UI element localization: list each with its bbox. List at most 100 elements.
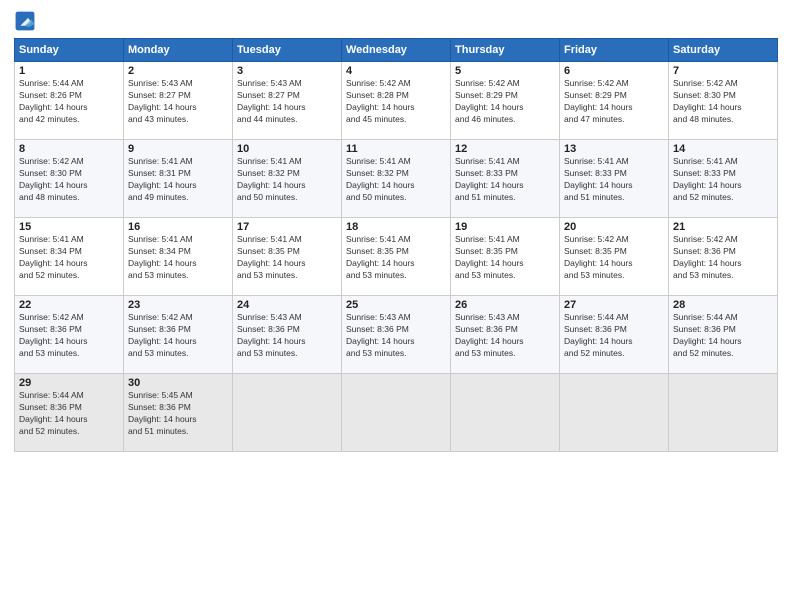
calendar-cell: 27Sunrise: 5:44 AM Sunset: 8:36 PM Dayli… — [560, 296, 669, 374]
day-number: 23 — [128, 299, 228, 311]
logo-icon — [14, 10, 36, 32]
calendar-cell: 23Sunrise: 5:42 AM Sunset: 8:36 PM Dayli… — [124, 296, 233, 374]
calendar-cell — [342, 374, 451, 452]
calendar: SundayMondayTuesdayWednesdayThursdayFrid… — [14, 38, 778, 452]
day-number: 19 — [455, 221, 555, 233]
day-number: 2 — [128, 65, 228, 77]
calendar-cell: 6Sunrise: 5:42 AM Sunset: 8:29 PM Daylig… — [560, 62, 669, 140]
calendar-cell: 9Sunrise: 5:41 AM Sunset: 8:31 PM Daylig… — [124, 140, 233, 218]
calendar-cell — [233, 374, 342, 452]
calendar-cell: 5Sunrise: 5:42 AM Sunset: 8:29 PM Daylig… — [451, 62, 560, 140]
day-info: Sunrise: 5:41 AM Sunset: 8:32 PM Dayligh… — [237, 156, 337, 204]
day-number: 21 — [673, 221, 773, 233]
day-number: 4 — [346, 65, 446, 77]
day-info: Sunrise: 5:42 AM Sunset: 8:30 PM Dayligh… — [673, 78, 773, 126]
logo — [14, 10, 38, 32]
day-info: Sunrise: 5:41 AM Sunset: 8:33 PM Dayligh… — [564, 156, 664, 204]
calendar-cell: 29Sunrise: 5:44 AM Sunset: 8:36 PM Dayli… — [15, 374, 124, 452]
day-number: 7 — [673, 65, 773, 77]
day-info: Sunrise: 5:43 AM Sunset: 8:27 PM Dayligh… — [128, 78, 228, 126]
weekday-header: Saturday — [669, 39, 778, 62]
day-info: Sunrise: 5:41 AM Sunset: 8:32 PM Dayligh… — [346, 156, 446, 204]
calendar-cell: 24Sunrise: 5:43 AM Sunset: 8:36 PM Dayli… — [233, 296, 342, 374]
day-number: 17 — [237, 221, 337, 233]
day-number: 30 — [128, 377, 228, 389]
calendar-cell: 11Sunrise: 5:41 AM Sunset: 8:32 PM Dayli… — [342, 140, 451, 218]
day-number: 5 — [455, 65, 555, 77]
day-info: Sunrise: 5:42 AM Sunset: 8:29 PM Dayligh… — [564, 78, 664, 126]
page: SundayMondayTuesdayWednesdayThursdayFrid… — [0, 0, 792, 612]
calendar-cell: 4Sunrise: 5:42 AM Sunset: 8:28 PM Daylig… — [342, 62, 451, 140]
calendar-cell: 21Sunrise: 5:42 AM Sunset: 8:36 PM Dayli… — [669, 218, 778, 296]
calendar-cell: 28Sunrise: 5:44 AM Sunset: 8:36 PM Dayli… — [669, 296, 778, 374]
day-number: 12 — [455, 143, 555, 155]
day-info: Sunrise: 5:43 AM Sunset: 8:36 PM Dayligh… — [455, 312, 555, 360]
day-number: 15 — [19, 221, 119, 233]
day-number: 28 — [673, 299, 773, 311]
day-info: Sunrise: 5:41 AM Sunset: 8:35 PM Dayligh… — [346, 234, 446, 282]
calendar-cell: 10Sunrise: 5:41 AM Sunset: 8:32 PM Dayli… — [233, 140, 342, 218]
day-info: Sunrise: 5:44 AM Sunset: 8:36 PM Dayligh… — [564, 312, 664, 360]
day-number: 27 — [564, 299, 664, 311]
calendar-cell: 12Sunrise: 5:41 AM Sunset: 8:33 PM Dayli… — [451, 140, 560, 218]
header — [14, 10, 778, 32]
calendar-cell: 17Sunrise: 5:41 AM Sunset: 8:35 PM Dayli… — [233, 218, 342, 296]
calendar-cell: 19Sunrise: 5:41 AM Sunset: 8:35 PM Dayli… — [451, 218, 560, 296]
calendar-cell: 15Sunrise: 5:41 AM Sunset: 8:34 PM Dayli… — [15, 218, 124, 296]
day-info: Sunrise: 5:41 AM Sunset: 8:33 PM Dayligh… — [673, 156, 773, 204]
day-info: Sunrise: 5:43 AM Sunset: 8:27 PM Dayligh… — [237, 78, 337, 126]
calendar-cell: 14Sunrise: 5:41 AM Sunset: 8:33 PM Dayli… — [669, 140, 778, 218]
calendar-cell: 20Sunrise: 5:42 AM Sunset: 8:35 PM Dayli… — [560, 218, 669, 296]
calendar-cell: 25Sunrise: 5:43 AM Sunset: 8:36 PM Dayli… — [342, 296, 451, 374]
day-number: 8 — [19, 143, 119, 155]
calendar-week-row: 1Sunrise: 5:44 AM Sunset: 8:26 PM Daylig… — [15, 62, 778, 140]
day-number: 6 — [564, 65, 664, 77]
day-number: 14 — [673, 143, 773, 155]
weekday-header: Sunday — [15, 39, 124, 62]
calendar-cell: 3Sunrise: 5:43 AM Sunset: 8:27 PM Daylig… — [233, 62, 342, 140]
calendar-cell: 2Sunrise: 5:43 AM Sunset: 8:27 PM Daylig… — [124, 62, 233, 140]
day-number: 10 — [237, 143, 337, 155]
day-info: Sunrise: 5:45 AM Sunset: 8:36 PM Dayligh… — [128, 390, 228, 438]
calendar-cell — [560, 374, 669, 452]
day-info: Sunrise: 5:42 AM Sunset: 8:30 PM Dayligh… — [19, 156, 119, 204]
day-info: Sunrise: 5:41 AM Sunset: 8:35 PM Dayligh… — [237, 234, 337, 282]
day-info: Sunrise: 5:43 AM Sunset: 8:36 PM Dayligh… — [237, 312, 337, 360]
calendar-cell: 18Sunrise: 5:41 AM Sunset: 8:35 PM Dayli… — [342, 218, 451, 296]
calendar-header-row: SundayMondayTuesdayWednesdayThursdayFrid… — [15, 39, 778, 62]
day-info: Sunrise: 5:42 AM Sunset: 8:36 PM Dayligh… — [128, 312, 228, 360]
calendar-week-row: 29Sunrise: 5:44 AM Sunset: 8:36 PM Dayli… — [15, 374, 778, 452]
calendar-cell: 30Sunrise: 5:45 AM Sunset: 8:36 PM Dayli… — [124, 374, 233, 452]
calendar-body: 1Sunrise: 5:44 AM Sunset: 8:26 PM Daylig… — [15, 62, 778, 452]
day-info: Sunrise: 5:41 AM Sunset: 8:34 PM Dayligh… — [19, 234, 119, 282]
calendar-cell: 16Sunrise: 5:41 AM Sunset: 8:34 PM Dayli… — [124, 218, 233, 296]
calendar-cell: 1Sunrise: 5:44 AM Sunset: 8:26 PM Daylig… — [15, 62, 124, 140]
day-info: Sunrise: 5:42 AM Sunset: 8:36 PM Dayligh… — [19, 312, 119, 360]
day-info: Sunrise: 5:41 AM Sunset: 8:34 PM Dayligh… — [128, 234, 228, 282]
day-number: 29 — [19, 377, 119, 389]
day-info: Sunrise: 5:44 AM Sunset: 8:36 PM Dayligh… — [19, 390, 119, 438]
calendar-cell: 8Sunrise: 5:42 AM Sunset: 8:30 PM Daylig… — [15, 140, 124, 218]
day-number: 18 — [346, 221, 446, 233]
day-number: 25 — [346, 299, 446, 311]
day-number: 22 — [19, 299, 119, 311]
day-info: Sunrise: 5:42 AM Sunset: 8:35 PM Dayligh… — [564, 234, 664, 282]
calendar-week-row: 22Sunrise: 5:42 AM Sunset: 8:36 PM Dayli… — [15, 296, 778, 374]
day-number: 1 — [19, 65, 119, 77]
day-info: Sunrise: 5:43 AM Sunset: 8:36 PM Dayligh… — [346, 312, 446, 360]
calendar-week-row: 8Sunrise: 5:42 AM Sunset: 8:30 PM Daylig… — [15, 140, 778, 218]
calendar-cell — [451, 374, 560, 452]
day-info: Sunrise: 5:42 AM Sunset: 8:36 PM Dayligh… — [673, 234, 773, 282]
day-info: Sunrise: 5:42 AM Sunset: 8:28 PM Dayligh… — [346, 78, 446, 126]
day-number: 9 — [128, 143, 228, 155]
day-info: Sunrise: 5:44 AM Sunset: 8:36 PM Dayligh… — [673, 312, 773, 360]
weekday-header: Monday — [124, 39, 233, 62]
calendar-cell: 7Sunrise: 5:42 AM Sunset: 8:30 PM Daylig… — [669, 62, 778, 140]
day-number: 20 — [564, 221, 664, 233]
calendar-cell — [669, 374, 778, 452]
weekday-header: Wednesday — [342, 39, 451, 62]
day-number: 24 — [237, 299, 337, 311]
calendar-cell: 22Sunrise: 5:42 AM Sunset: 8:36 PM Dayli… — [15, 296, 124, 374]
day-number: 3 — [237, 65, 337, 77]
weekday-header: Friday — [560, 39, 669, 62]
